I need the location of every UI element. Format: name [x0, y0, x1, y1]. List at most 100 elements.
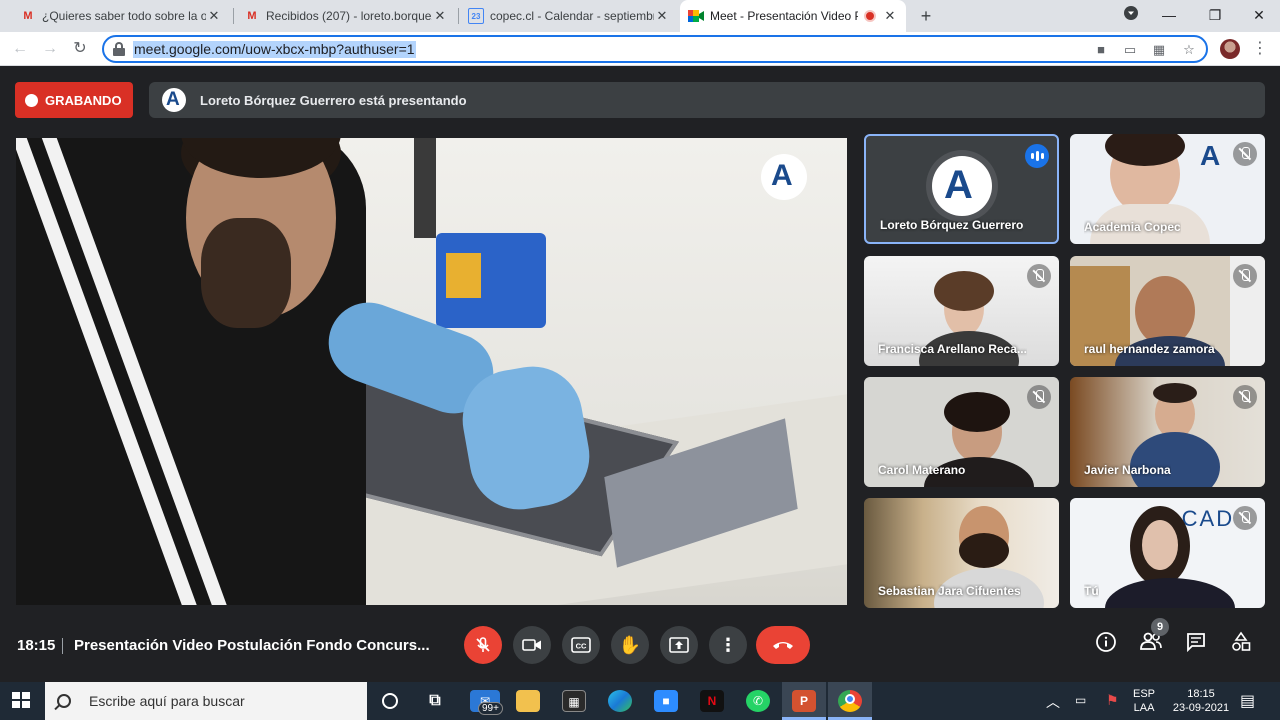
speaking-indicator-icon — [1025, 144, 1049, 168]
lock-icon[interactable] — [113, 42, 125, 56]
powerpoint-icon[interactable]: P — [792, 690, 816, 712]
chat-icon — [1187, 633, 1205, 653]
presenting-banner: A Loreto Bórquez Guerrero está presentan… — [149, 82, 1265, 118]
search-placeholder: Escribe aquí para buscar — [89, 693, 245, 709]
participant-tile[interactable]: ACAD Tú — [1070, 498, 1265, 608]
hang-up-icon — [773, 642, 793, 649]
camera-icon[interactable]: ■ — [1092, 41, 1110, 59]
meeting-clock: 18:15 — [17, 637, 56, 654]
forward-button[interactable]: → — [38, 37, 62, 61]
close-tab-icon[interactable]: ✕ — [206, 8, 222, 24]
mic-toggle-button[interactable] — [464, 626, 502, 664]
browser-tab[interactable]: M ¿Quieres saber todo sobre la obe ✕ — [12, 0, 230, 32]
participant-tile[interactable]: Sebastian Jara Cifuentes — [864, 498, 1059, 608]
mic-off-icon — [1233, 385, 1257, 409]
close-tab-icon[interactable]: ✕ — [882, 8, 898, 24]
tab-title: Recibidos (207) - loreto.borquez — [266, 9, 432, 23]
battery-icon[interactable]: ▭ — [1075, 693, 1086, 707]
participant-count-badge: 9 — [1151, 618, 1169, 636]
qr-code-icon[interactable]: ▦ — [1150, 41, 1168, 59]
url-text[interactable]: meet.google.com/uow-xbcx-mbp?authuser=1 — [133, 41, 416, 58]
task-view-icon[interactable]: ⧉ — [423, 690, 447, 712]
language-indicator[interactable]: ESP LAA — [1133, 687, 1155, 715]
taskbar-search-box[interactable]: Escribe aquí para buscar — [45, 682, 367, 720]
close-window-button[interactable]: ✕ — [1236, 0, 1280, 32]
network-icon[interactable]: ⚑ — [1106, 692, 1119, 709]
recording-indicator[interactable]: GRABANDO — [15, 82, 133, 118]
windows-start-icon[interactable] — [12, 692, 32, 710]
chat-button[interactable] — [1182, 631, 1210, 659]
tab-title: copec.cl - Calendar - septiembre — [490, 9, 654, 23]
zoom-icon[interactable]: ■ — [654, 690, 678, 712]
camera-toggle-button[interactable] — [513, 626, 551, 664]
info-icon — [1096, 632, 1116, 652]
more-options-button[interactable]: ⋮ — [709, 626, 747, 664]
chrome-icon[interactable] — [838, 690, 862, 712]
cortana-icon[interactable] — [378, 690, 402, 712]
file-explorer-icon[interactable] — [516, 690, 540, 712]
browser-menu-icon[interactable]: ⋮ — [1252, 38, 1268, 58]
meeting-details-button[interactable] — [1092, 631, 1120, 659]
participant-name: Academia Copec — [1084, 220, 1181, 234]
more-vert-icon: ⋮ — [719, 634, 737, 655]
netflix-icon[interactable]: N — [700, 690, 724, 712]
gmail-icon: M — [23, 10, 33, 22]
present-screen-icon — [669, 637, 689, 653]
participant-tile[interactable]: A Academia Copec — [1070, 134, 1265, 244]
browser-tab-strip: M ¿Quieres saber todo sobre la obe ✕ M R… — [0, 0, 1280, 32]
mic-off-icon — [1027, 264, 1051, 288]
activities-button[interactable] — [1227, 631, 1255, 659]
mic-off-icon — [1233, 142, 1257, 166]
minimize-button[interactable]: — — [1146, 0, 1192, 32]
address-bar[interactable]: meet.google.com/uow-xbcx-mbp?authuser=1 … — [102, 35, 1208, 63]
browser-tab[interactable]: M Recibidos (207) - loreto.borquez ✕ — [236, 0, 456, 32]
participant-name: Javier Narbona — [1084, 463, 1171, 477]
notifications-icon[interactable]: ▤ — [1240, 691, 1255, 711]
reload-button[interactable]: ↻ — [68, 37, 92, 61]
system-clock[interactable]: 18:15 23-09-2021 — [1170, 687, 1232, 715]
store-icon[interactable]: ▦ — [562, 690, 586, 712]
keyboard-layout: LAA — [1133, 702, 1155, 714]
search-icon — [57, 694, 71, 708]
mic-off-icon — [1233, 506, 1257, 530]
participant-tile[interactable]: Francisca Arellano Reca... — [864, 256, 1059, 366]
whatsapp-icon[interactable]: ✆ — [746, 690, 770, 712]
participant-tile[interactable]: Carol Materano — [864, 377, 1059, 487]
participant-name: Tú — [1084, 584, 1099, 598]
close-tab-icon[interactable]: ✕ — [432, 8, 448, 24]
clock-date: 23-09-2021 — [1172, 702, 1230, 714]
leave-call-button[interactable] — [756, 626, 810, 664]
bookmark-star-icon[interactable]: ☆ — [1180, 41, 1198, 59]
mic-off-icon — [1233, 264, 1257, 288]
new-tab-button[interactable]: + — [914, 4, 938, 28]
recording-label: GRABANDO — [45, 92, 122, 108]
mic-off-icon — [1027, 385, 1051, 409]
video-watermark-logo: A — [761, 154, 807, 200]
participant-tile[interactable]: raul hernandez zamora — [1070, 256, 1265, 366]
restore-button[interactable]: ❐ — [1192, 0, 1238, 32]
edge-icon[interactable] — [608, 690, 632, 712]
video-camera-icon — [522, 639, 541, 651]
present-screen-button[interactable] — [660, 626, 698, 664]
divider — [62, 638, 63, 654]
presentation-video[interactable]: A — [16, 138, 847, 605]
cast-icon[interactable]: ▭ — [1121, 41, 1139, 59]
record-dot-icon — [25, 93, 38, 107]
captions-button[interactable]: CC — [562, 626, 600, 664]
browser-tab-active[interactable]: Meet - Presentación Video P ✕ — [680, 0, 906, 32]
participant-name: raul hernandez zamora — [1084, 342, 1215, 356]
participant-name: Carol Materano — [878, 463, 966, 477]
recording-tab-icon — [864, 10, 876, 22]
profile-avatar[interactable] — [1220, 39, 1240, 59]
participant-name: Sebastian Jara Cifuentes — [878, 584, 1021, 598]
browser-tab[interactable]: 23 copec.cl - Calendar - septiembre ✕ — [460, 0, 678, 32]
gmail-icon: M — [247, 10, 257, 22]
participant-tile[interactable]: A Loreto Bórquez Guerrero — [864, 134, 1059, 244]
close-tab-icon[interactable]: ✕ — [654, 8, 670, 24]
show-hidden-icons[interactable]: ︿ — [1046, 692, 1060, 712]
mail-badge: 99+ — [478, 702, 503, 715]
back-button[interactable]: ← — [8, 37, 32, 61]
raise-hand-button[interactable]: ✋ — [611, 626, 649, 664]
hand-icon: ✋ — [618, 634, 642, 655]
participant-tile[interactable]: Javier Narbona — [1070, 377, 1265, 487]
